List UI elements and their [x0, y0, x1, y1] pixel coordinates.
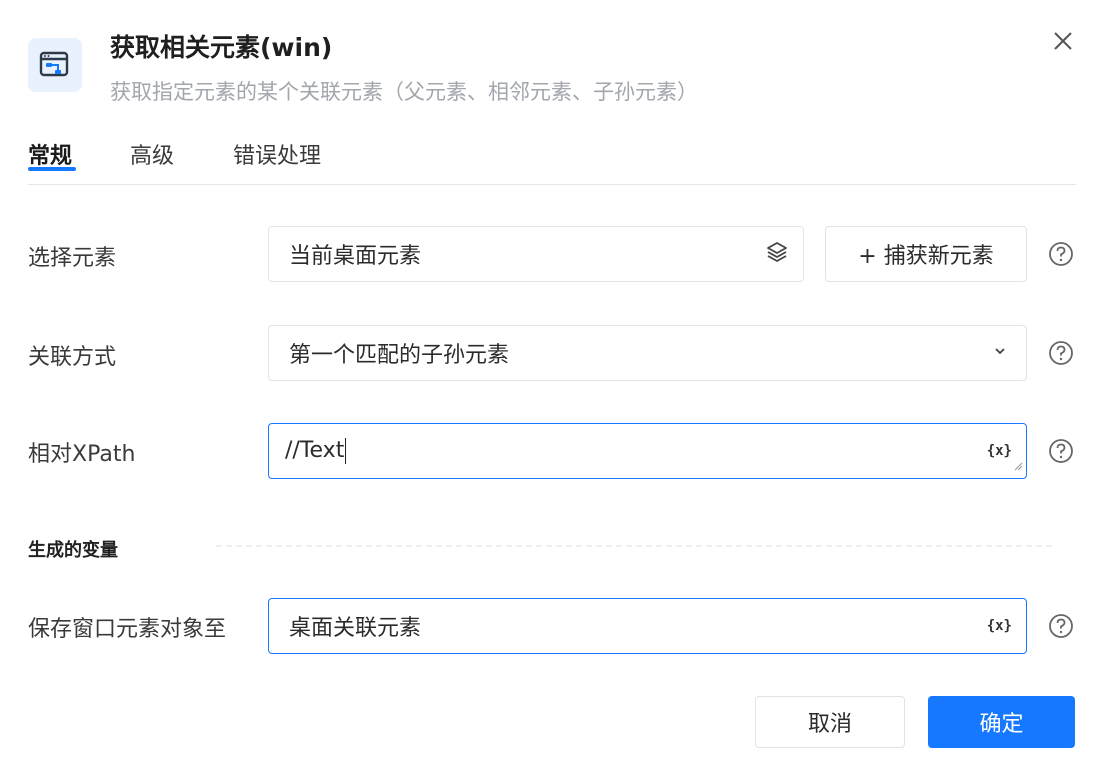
relation-select[interactable]: 第一个匹配的子孙元素 [268, 325, 1027, 381]
capture-new-element-button[interactable]: + 捕获新元素 [825, 226, 1027, 282]
xpath-label: 相对XPath [28, 442, 136, 467]
save-to-value: 桌面关联元素 [289, 616, 422, 641]
help-icon[interactable] [1048, 438, 1074, 464]
help-icon[interactable] [1048, 340, 1074, 366]
active-tab-indicator [28, 167, 76, 171]
variable-insert-icon[interactable]: {x} [987, 443, 1012, 459]
relation-value: 第一个匹配的子孙元素 [289, 343, 510, 368]
cancel-button[interactable]: 取消 [755, 696, 905, 748]
xpath-input[interactable]: //Text {x} [268, 423, 1027, 479]
save-to-input[interactable]: 桌面关联元素 {x} [268, 598, 1027, 654]
output-section-title: 生成的变量 [28, 540, 118, 561]
window-element-icon [28, 38, 82, 92]
tab-general[interactable]: 常规 [28, 138, 76, 171]
resize-handle-icon[interactable] [1013, 456, 1023, 475]
variable-insert-icon[interactable]: {x} [987, 618, 1012, 634]
tab-error-handling[interactable]: 错误处理 [233, 138, 321, 170]
select-element-value: 当前桌面元素 [289, 244, 422, 269]
tab-advanced[interactable]: 高级 [130, 138, 174, 170]
tab-bar: 常规 高级 错误处理 [28, 138, 1076, 185]
help-icon[interactable] [1048, 613, 1074, 639]
text-caret [345, 438, 347, 464]
layers-icon[interactable] [765, 240, 789, 268]
dialog-title: 获取相关元素(win) [110, 33, 333, 62]
section-divider [216, 545, 1052, 547]
chevron-down-icon[interactable] [992, 343, 1008, 363]
select-element-field[interactable]: 当前桌面元素 [268, 226, 804, 282]
relation-label: 关联方式 [28, 345, 117, 370]
xpath-value: //Text [285, 438, 347, 464]
confirm-button[interactable]: 确定 [928, 696, 1075, 748]
help-icon[interactable] [1048, 241, 1074, 267]
save-to-label: 保存窗口元素对象至 [28, 617, 227, 642]
dialog-subtitle: 获取指定元素的某个关联元素（父元素、相邻元素、子孙元素） [110, 80, 698, 104]
tab-general-label: 常规 [28, 144, 73, 169]
close-icon[interactable] [1048, 26, 1078, 56]
select-element-label: 选择元素 [28, 246, 117, 271]
